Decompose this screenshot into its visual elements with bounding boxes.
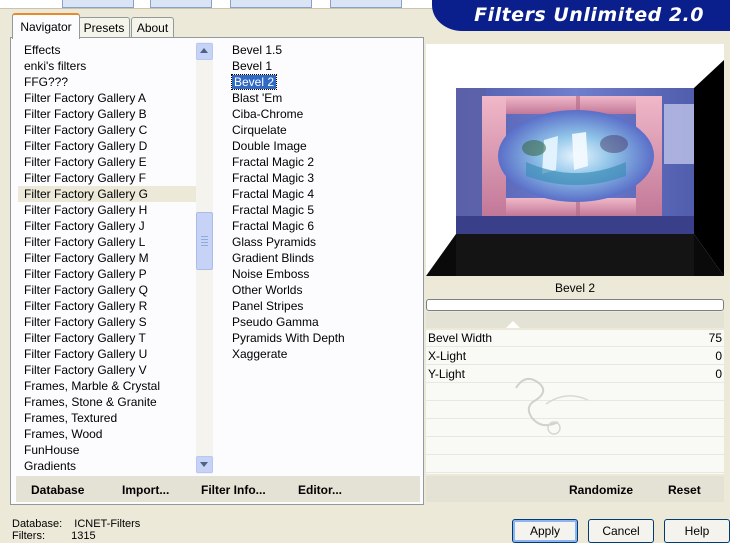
- category-list[interactable]: Effects enki's filters FFG??? Filter Fac…: [18, 42, 196, 474]
- progress-bar: [426, 299, 724, 311]
- category-item[interactable]: Filter Factory Gallery M: [18, 250, 196, 266]
- category-item[interactable]: Gradients: [18, 458, 196, 474]
- category-item[interactable]: Frames, Stone & Granite: [18, 394, 196, 410]
- reset-button[interactable]: Reset: [668, 483, 701, 497]
- filter-preview: [426, 44, 724, 276]
- category-item[interactable]: Filter Factory Gallery J: [18, 218, 196, 234]
- brand-banner: Filters Unlimited 2.0: [432, 0, 730, 31]
- param-value[interactable]: 0: [715, 367, 722, 381]
- filter-item[interactable]: Cirquelate: [228, 122, 408, 138]
- param-label: Y-Light: [428, 367, 465, 381]
- category-item[interactable]: FunHouse: [18, 442, 196, 458]
- filter-item[interactable]: Fractal Magic 2: [228, 154, 408, 170]
- filter-item[interactable]: Fractal Magic 4: [228, 186, 408, 202]
- status-filters-value: 1315: [71, 530, 96, 542]
- import-button[interactable]: Import...: [122, 483, 169, 497]
- filter-item[interactable]: Double Image: [228, 138, 408, 154]
- filter-item-label: Bevel 2: [230, 74, 278, 90]
- filter-item[interactable]: Blast 'Em: [228, 90, 408, 106]
- filter-item[interactable]: Other Worlds: [228, 282, 408, 298]
- filter-item[interactable]: Fractal Magic 5: [228, 202, 408, 218]
- parameter-header: [426, 312, 724, 328]
- category-item[interactable]: Filter Factory Gallery U: [18, 346, 196, 362]
- filter-list[interactable]: Bevel 1.5 Bevel 1 Bevel 2 Blast 'Em Ciba…: [228, 42, 408, 372]
- category-item[interactable]: Filter Factory Gallery B: [18, 106, 196, 122]
- category-item[interactable]: Filter Factory Gallery A: [18, 90, 196, 106]
- status-database-value: ICNET-Filters: [74, 518, 141, 530]
- scroll-thumb[interactable]: [196, 212, 213, 270]
- slider-pointer-icon: [506, 321, 520, 328]
- category-item[interactable]: Filter Factory Gallery V: [18, 362, 196, 378]
- title-stub: [150, 0, 212, 8]
- category-item[interactable]: Frames, Wood: [18, 426, 196, 442]
- category-item[interactable]: Filter Factory Gallery P: [18, 266, 196, 282]
- parameter-list: Bevel Width 75 X-Light 0 Y-Light 0: [426, 330, 724, 474]
- tab-navigator[interactable]: Navigator: [12, 13, 80, 39]
- param-row-empty: [426, 438, 724, 455]
- status-database-label: Database:: [12, 518, 63, 530]
- param-row-x-light[interactable]: X-Light 0: [426, 348, 724, 365]
- category-item[interactable]: Frames, Textured: [18, 410, 196, 426]
- category-item[interactable]: Frames, Marble & Crystal: [18, 378, 196, 394]
- category-item-selected[interactable]: Filter Factory Gallery G: [18, 186, 196, 202]
- category-item[interactable]: Filter Factory Gallery E: [18, 154, 196, 170]
- title-stub: [230, 0, 312, 8]
- filter-item[interactable]: Fractal Magic 6: [228, 218, 408, 234]
- param-value[interactable]: 75: [709, 331, 722, 345]
- param-row-empty: [426, 456, 724, 473]
- filter-item[interactable]: Fractal Magic 3: [228, 170, 408, 186]
- randomize-button[interactable]: Randomize: [569, 483, 633, 497]
- preview-action-bar: Randomize Reset: [426, 476, 724, 502]
- navigator-action-bar: Database Import... Filter Info... Editor…: [16, 476, 420, 502]
- filter-item[interactable]: Gradient Blinds: [228, 250, 408, 266]
- category-item[interactable]: Filter Factory Gallery L: [18, 234, 196, 250]
- param-label: Bevel Width: [428, 331, 493, 345]
- tab-presets[interactable]: Presets: [78, 17, 130, 38]
- category-scrollbar[interactable]: [196, 42, 213, 474]
- filter-item[interactable]: Xaggerate: [228, 346, 408, 362]
- filter-item[interactable]: Bevel 1: [228, 58, 408, 74]
- param-row-bevel-width[interactable]: Bevel Width 75: [426, 330, 724, 347]
- database-button[interactable]: Database: [31, 483, 84, 497]
- filter-item[interactable]: Bevel 1.5: [228, 42, 408, 58]
- category-item[interactable]: FFG???: [18, 74, 196, 90]
- preview-caption: Bevel 2: [426, 277, 724, 299]
- scroll-down-button[interactable]: [196, 456, 213, 473]
- category-item[interactable]: Filter Factory Gallery T: [18, 330, 196, 346]
- filter-item[interactable]: Ciba-Chrome: [228, 106, 408, 122]
- title-stub: [62, 0, 134, 8]
- category-item[interactable]: Filter Factory Gallery H: [18, 202, 196, 218]
- filter-item[interactable]: Noise Emboss: [228, 266, 408, 282]
- editor-button[interactable]: Editor...: [298, 483, 342, 497]
- preview-image: [426, 44, 724, 276]
- filter-item[interactable]: Panel Stripes: [228, 298, 408, 314]
- category-item[interactable]: Filter Factory Gallery R: [18, 298, 196, 314]
- filter-item[interactable]: Glass Pyramids: [228, 234, 408, 250]
- category-item[interactable]: Filter Factory Gallery C: [18, 122, 196, 138]
- category-item[interactable]: Effects: [18, 42, 196, 58]
- category-item[interactable]: Filter Factory Gallery F: [18, 170, 196, 186]
- filter-info-button[interactable]: Filter Info...: [201, 483, 266, 497]
- category-item[interactable]: Filter Factory Gallery D: [18, 138, 196, 154]
- apply-button[interactable]: Apply: [512, 519, 578, 543]
- filter-item[interactable]: Pyramids With Depth: [228, 330, 408, 346]
- category-item[interactable]: enki's filters: [18, 58, 196, 74]
- title-stub: [330, 0, 402, 8]
- cancel-button[interactable]: Cancel: [588, 519, 654, 543]
- filter-item[interactable]: Pseudo Gamma: [228, 314, 408, 330]
- category-item[interactable]: Filter Factory Gallery Q: [18, 282, 196, 298]
- help-button[interactable]: Help: [664, 519, 730, 543]
- filter-item-selected[interactable]: Bevel 2: [228, 74, 408, 90]
- status-filters-label: Filters:: [12, 530, 45, 542]
- banner-title: Filters Unlimited 2.0: [474, 4, 704, 26]
- chevron-down-icon: [200, 462, 208, 467]
- param-value[interactable]: 0: [715, 349, 722, 363]
- category-item[interactable]: Filter Factory Gallery S: [18, 314, 196, 330]
- tab-about[interactable]: About: [131, 17, 174, 38]
- watermark-logo: [515, 377, 589, 435]
- chevron-up-icon: [200, 48, 208, 53]
- status-area: Database: ICNET-Filters Filters: 1315: [12, 518, 140, 542]
- scroll-up-button[interactable]: [196, 43, 213, 60]
- param-label: X-Light: [428, 349, 467, 363]
